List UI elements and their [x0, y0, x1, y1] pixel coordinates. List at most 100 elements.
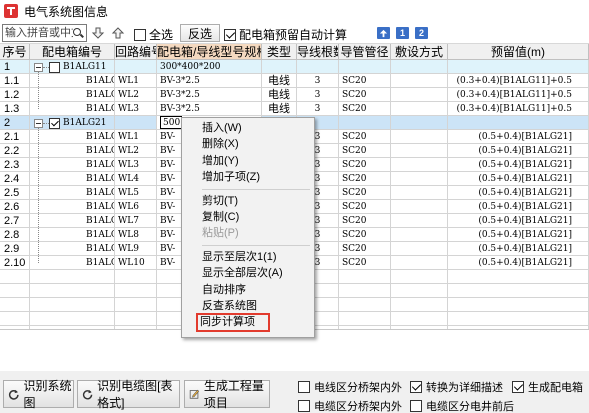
collapse-icon[interactable]	[34, 62, 43, 72]
cell-pipe[interactable]: SC20	[339, 214, 391, 228]
cell-pipe[interactable]: SC20	[339, 144, 391, 158]
cell-laying[interactable]	[391, 130, 448, 144]
cell-reserve[interactable]: (0.5+0.4)[B1ALG21]	[448, 186, 589, 200]
cell-laying[interactable]	[391, 186, 448, 200]
cell-reserve[interactable]: (0.5+0.4)[B1ALG21]	[448, 214, 589, 228]
cell-laying[interactable]	[391, 242, 448, 256]
cell-pipe[interactable]: SC20	[339, 186, 391, 200]
col-count[interactable]: 导线根数	[297, 44, 339, 60]
cell-laying[interactable]	[391, 158, 448, 172]
option-wire-tray-box[interactable]	[298, 381, 310, 393]
cell-pipe[interactable]: SC20	[339, 88, 391, 102]
menu-item-6[interactable]: 复制(C)	[184, 209, 312, 226]
col-laying[interactable]: 敷设方式	[391, 44, 448, 60]
cell-reserve[interactable]: (0.5+0.4)[B1ALG21]	[448, 172, 589, 186]
cell-laying[interactable]	[391, 74, 448, 88]
cell-laying[interactable]	[391, 228, 448, 242]
option-cable-well[interactable]: 电缆区分电井前后	[410, 398, 514, 413]
cell-pipe[interactable]: SC20	[339, 158, 391, 172]
cell-reserve[interactable]: (0.5+0.4)[B1ALG21]	[448, 242, 589, 256]
col-loop[interactable]: 回路编号	[115, 44, 157, 60]
auto-calc-checkbox[interactable]: 配电箱预留自动计算	[224, 26, 347, 43]
identify-cable-button[interactable]: 识别电缆图[表格式]	[77, 379, 180, 410]
select-all-box[interactable]	[134, 28, 146, 41]
cell-pipe[interactable]: SC20	[339, 228, 391, 242]
option-detailed-desc-box[interactable]	[410, 381, 422, 393]
cell-pipe[interactable]: SC20	[339, 200, 391, 214]
menu-item-3[interactable]: 增加子项(Z)	[184, 169, 312, 186]
search-input[interactable]	[3, 25, 73, 41]
option-cable-tray[interactable]: 电缆区分桥架内外	[298, 398, 402, 413]
cell-pipe[interactable]: SC20	[339, 256, 391, 270]
cell-spec[interactable]: BV-3*2.5	[157, 74, 262, 88]
col-type[interactable]: 类型	[262, 44, 297, 60]
cell-spec[interactable]: BV-3*2.5	[157, 102, 262, 116]
cell-count[interactable]: 3	[297, 74, 339, 88]
menu-item-13[interactable]: 同步计算项	[196, 313, 270, 333]
option-detailed-desc[interactable]: 转换为详细描述	[410, 379, 503, 395]
cell-pipe[interactable]: SC20	[339, 102, 391, 116]
cell-reserve[interactable]: (0.5+0.4)[B1ALG21]	[448, 256, 589, 270]
option-cable-well-box[interactable]	[410, 400, 422, 412]
table-row[interactable]: 1.2B1ALG11WL2BV-3*2.5电线3SC20 (0.3+0.4)[B1…	[0, 88, 589, 102]
cell-spec[interactable]: BV-3*2.5	[157, 88, 262, 102]
cell-pipe[interactable]: SC20	[339, 242, 391, 256]
cell-pipe[interactable]: SC20	[339, 172, 391, 186]
cell-pipe[interactable]: SC20	[339, 74, 391, 88]
group-checkbox[interactable]	[49, 61, 60, 73]
col-pipe[interactable]: 导管管径	[339, 44, 391, 60]
option-cable-tray-box[interactable]	[298, 400, 310, 412]
col-box[interactable]: 配电箱编号	[30, 44, 115, 60]
cell-count[interactable]: 3	[297, 88, 339, 102]
level-1-button[interactable]: 1	[396, 27, 409, 39]
group-checkbox[interactable]	[49, 117, 60, 129]
collapse-icon[interactable]	[34, 118, 43, 128]
menu-item-0[interactable]: 插入(W)	[184, 120, 312, 137]
cell-reserve[interactable]: (0.3+0.4)[B1ALG11]+0.5	[448, 88, 589, 102]
table-row[interactable]: 1.3B1ALG11WL3BV-3*2.5电线3SC20 (0.3+0.4)[B1…	[0, 102, 589, 116]
cell-laying[interactable]	[391, 200, 448, 214]
cell-type[interactable]: 电线	[262, 88, 297, 102]
menu-item-11[interactable]: 自动排序	[184, 282, 312, 299]
menu-item-2[interactable]: 增加(Y)	[184, 153, 312, 170]
col-reserve[interactable]: 预留值(m)	[448, 44, 589, 60]
cell-reserve[interactable]: (0.3+0.4)[B1ALG11]+0.5	[448, 102, 589, 116]
cell-laying[interactable]	[391, 88, 448, 102]
level-2-button[interactable]: 2	[415, 27, 428, 39]
cell-laying[interactable]	[391, 102, 448, 116]
option-generate-box-box[interactable]	[512, 381, 524, 393]
cell-reserve[interactable]: (0.3+0.4)[B1ALG11]+0.5	[448, 74, 589, 88]
col-spec[interactable]: 配电箱/导线型号规格	[157, 44, 262, 60]
cell-reserve[interactable]: (0.5+0.4)[B1ALG21]	[448, 228, 589, 242]
cell-reserve[interactable]: (0.5+0.4)[B1ALG21]	[448, 158, 589, 172]
identify-system-button[interactable]: 识别系统图	[3, 379, 74, 410]
cell-laying[interactable]	[391, 214, 448, 228]
group-row[interactable]: 1 B1ALG11 300*400*200	[0, 60, 589, 74]
cell-reserve[interactable]: (0.5+0.4)[B1ALG21]	[448, 144, 589, 158]
cell-reserve[interactable]: (0.5+0.4)[B1ALG21]	[448, 130, 589, 144]
auto-calc-box[interactable]	[224, 28, 236, 41]
menu-item-12[interactable]: 反查系统图	[184, 298, 312, 315]
cell-count[interactable]: 3	[297, 102, 339, 116]
menu-item-1[interactable]: 删除(X)	[184, 136, 312, 153]
select-all-checkbox[interactable]: 全选	[134, 26, 173, 43]
spec-edit-field[interactable]: 500	[160, 116, 182, 129]
cell-laying[interactable]	[391, 172, 448, 186]
cell-laying[interactable]	[391, 144, 448, 158]
expand-all-icon[interactable]	[377, 27, 390, 39]
cell-laying[interactable]	[391, 256, 448, 270]
menu-item-10[interactable]: 显示全部层次(A)	[184, 265, 312, 282]
arrow-up-icon[interactable]	[110, 25, 126, 41]
cell-reserve[interactable]: (0.5+0.4)[B1ALG21]	[448, 200, 589, 214]
option-wire-tray[interactable]: 电线区分桥架内外	[298, 379, 402, 395]
table-row[interactable]: 1.1B1ALG11WL1BV-3*2.5电线3SC20 (0.3+0.4)[B1…	[0, 74, 589, 88]
generate-items-button[interactable]: 生成工程量项目	[184, 379, 270, 410]
group-spec[interactable]: 300*400*200	[157, 60, 262, 74]
menu-item-5[interactable]: 剪切(T)	[184, 193, 312, 210]
menu-item-9[interactable]: 显示至层次1(1)	[184, 249, 312, 266]
cell-type[interactable]: 电线	[262, 102, 297, 116]
option-generate-box[interactable]: 生成配电箱	[512, 379, 583, 395]
cell-pipe[interactable]: SC20	[339, 130, 391, 144]
col-seq[interactable]: 序号	[0, 44, 30, 60]
cell-type[interactable]: 电线	[262, 74, 297, 88]
